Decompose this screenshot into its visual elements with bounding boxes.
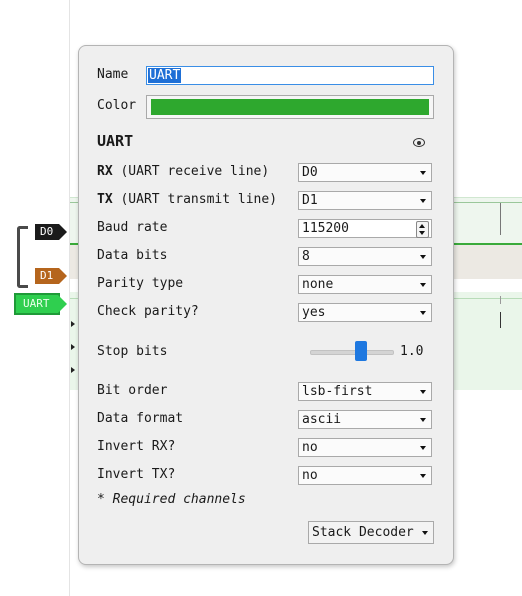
chevron-down-icon [422, 531, 428, 535]
chevron-down-icon [420, 283, 426, 287]
trace-uart-marker [500, 312, 501, 328]
data-format-select[interactable]: ascii [298, 410, 432, 429]
trace-uart-marker-top [500, 296, 501, 304]
decoder-title: UART [97, 132, 134, 150]
chevron-down-icon [420, 255, 426, 259]
data-bits-label: Data bits [97, 248, 168, 263]
channel-group-bracket[interactable] [17, 226, 28, 288]
chevron-down-icon [420, 474, 426, 478]
stack-decoder-button[interactable]: Stack Decoder [308, 521, 434, 544]
row-expand-arrow[interactable] [71, 321, 75, 327]
channel-label-d1[interactable]: D1 [35, 268, 68, 284]
stop-bits-slider-handle[interactable] [355, 341, 367, 361]
name-input[interactable]: UART [146, 66, 434, 85]
channel-label-uart[interactable]: UART [14, 293, 66, 315]
check-parity-select[interactable]: yes [298, 303, 432, 322]
data-format-label: Data format [97, 411, 184, 426]
invert-tx-label: Invert TX? [97, 467, 176, 482]
name-label: Name [97, 67, 129, 82]
name-input-value: UART [148, 68, 182, 83]
color-swatch [151, 99, 429, 115]
baud-rate-label: Baud rate [97, 220, 168, 235]
tx-label: TX (UART transmit line) [97, 192, 278, 207]
channel-label-d0[interactable]: D0 [35, 224, 68, 240]
trace-d0-edge [500, 203, 501, 235]
row-expand-arrow[interactable] [71, 367, 75, 373]
chevron-down-icon [420, 418, 426, 422]
chevron-down-icon [420, 199, 426, 203]
invert-tx-select[interactable]: no [298, 466, 432, 485]
invert-rx-label: Invert RX? [97, 439, 176, 454]
chevron-down-icon [420, 390, 426, 394]
color-label: Color [97, 98, 137, 113]
check-parity-label: Check parity? [97, 304, 199, 319]
bit-order-select[interactable]: lsb-first [298, 382, 432, 401]
stop-bits-value: 1.0 [400, 344, 424, 359]
parity-type-select[interactable]: none [298, 275, 432, 294]
stop-bits-label: Stop bits [97, 344, 168, 359]
parity-type-label: Parity type [97, 276, 184, 291]
baud-rate-spinbox[interactable]: 115200 [298, 219, 432, 238]
data-bits-select[interactable]: 8 [298, 247, 432, 266]
row-expand-arrow[interactable] [71, 344, 75, 350]
required-channels-note: * Required channels [97, 492, 246, 507]
bit-order-label: Bit order [97, 383, 168, 398]
decoder-properties-popup: Name UART Color UART RX (UART receive li… [78, 45, 454, 565]
spinner-arrows-icon[interactable] [416, 221, 429, 238]
color-picker-button[interactable] [146, 95, 434, 119]
rx-label: RX (UART receive line) [97, 164, 270, 179]
eye-icon[interactable] [413, 138, 425, 147]
invert-rx-select[interactable]: no [298, 438, 432, 457]
tx-channel-select[interactable]: D1 [298, 191, 432, 210]
rx-channel-select[interactable]: D0 [298, 163, 432, 182]
chevron-down-icon [420, 171, 426, 175]
stop-bits-slider-track[interactable] [310, 350, 394, 355]
chevron-down-icon [420, 446, 426, 450]
chevron-down-icon [420, 311, 426, 315]
